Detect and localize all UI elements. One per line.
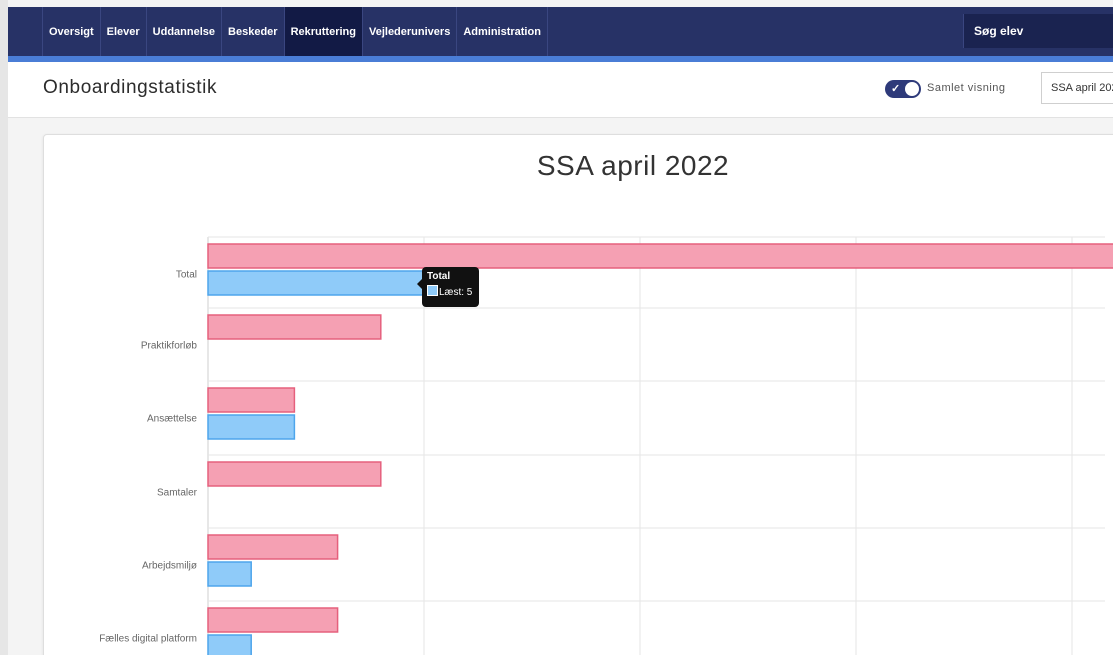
bar-laest[interactable]	[207, 561, 252, 587]
tooltip-text: Læst: 5	[439, 287, 473, 298]
bar-total[interactable]	[207, 607, 339, 633]
bar-chart: Total Praktikforløb Ansættelse Samtaler Arbe…	[99, 236, 1113, 655]
bar-laest[interactable]	[207, 634, 252, 655]
bar-total[interactable]	[207, 243, 1113, 269]
tooltip-swatch	[427, 285, 438, 296]
bar-total[interactable]	[207, 461, 382, 487]
category-label: Fælles digital platform	[99, 634, 197, 645]
category-label: Total	[176, 270, 197, 281]
category-label: Samtaler	[157, 488, 198, 499]
bar-laest[interactable]	[207, 270, 425, 296]
bar-total[interactable]	[207, 314, 382, 340]
chart-tooltip: Total Læst: 5	[417, 267, 479, 307]
tooltip-title: Total	[427, 271, 451, 282]
category-label: Praktikforløb	[141, 341, 198, 352]
category-label: Ansættelse	[147, 414, 197, 425]
bar-total[interactable]	[207, 387, 296, 413]
bar-laest[interactable]	[207, 414, 296, 440]
bar-total[interactable]	[207, 534, 339, 560]
category-label: Arbejdsmiljø	[142, 561, 197, 572]
